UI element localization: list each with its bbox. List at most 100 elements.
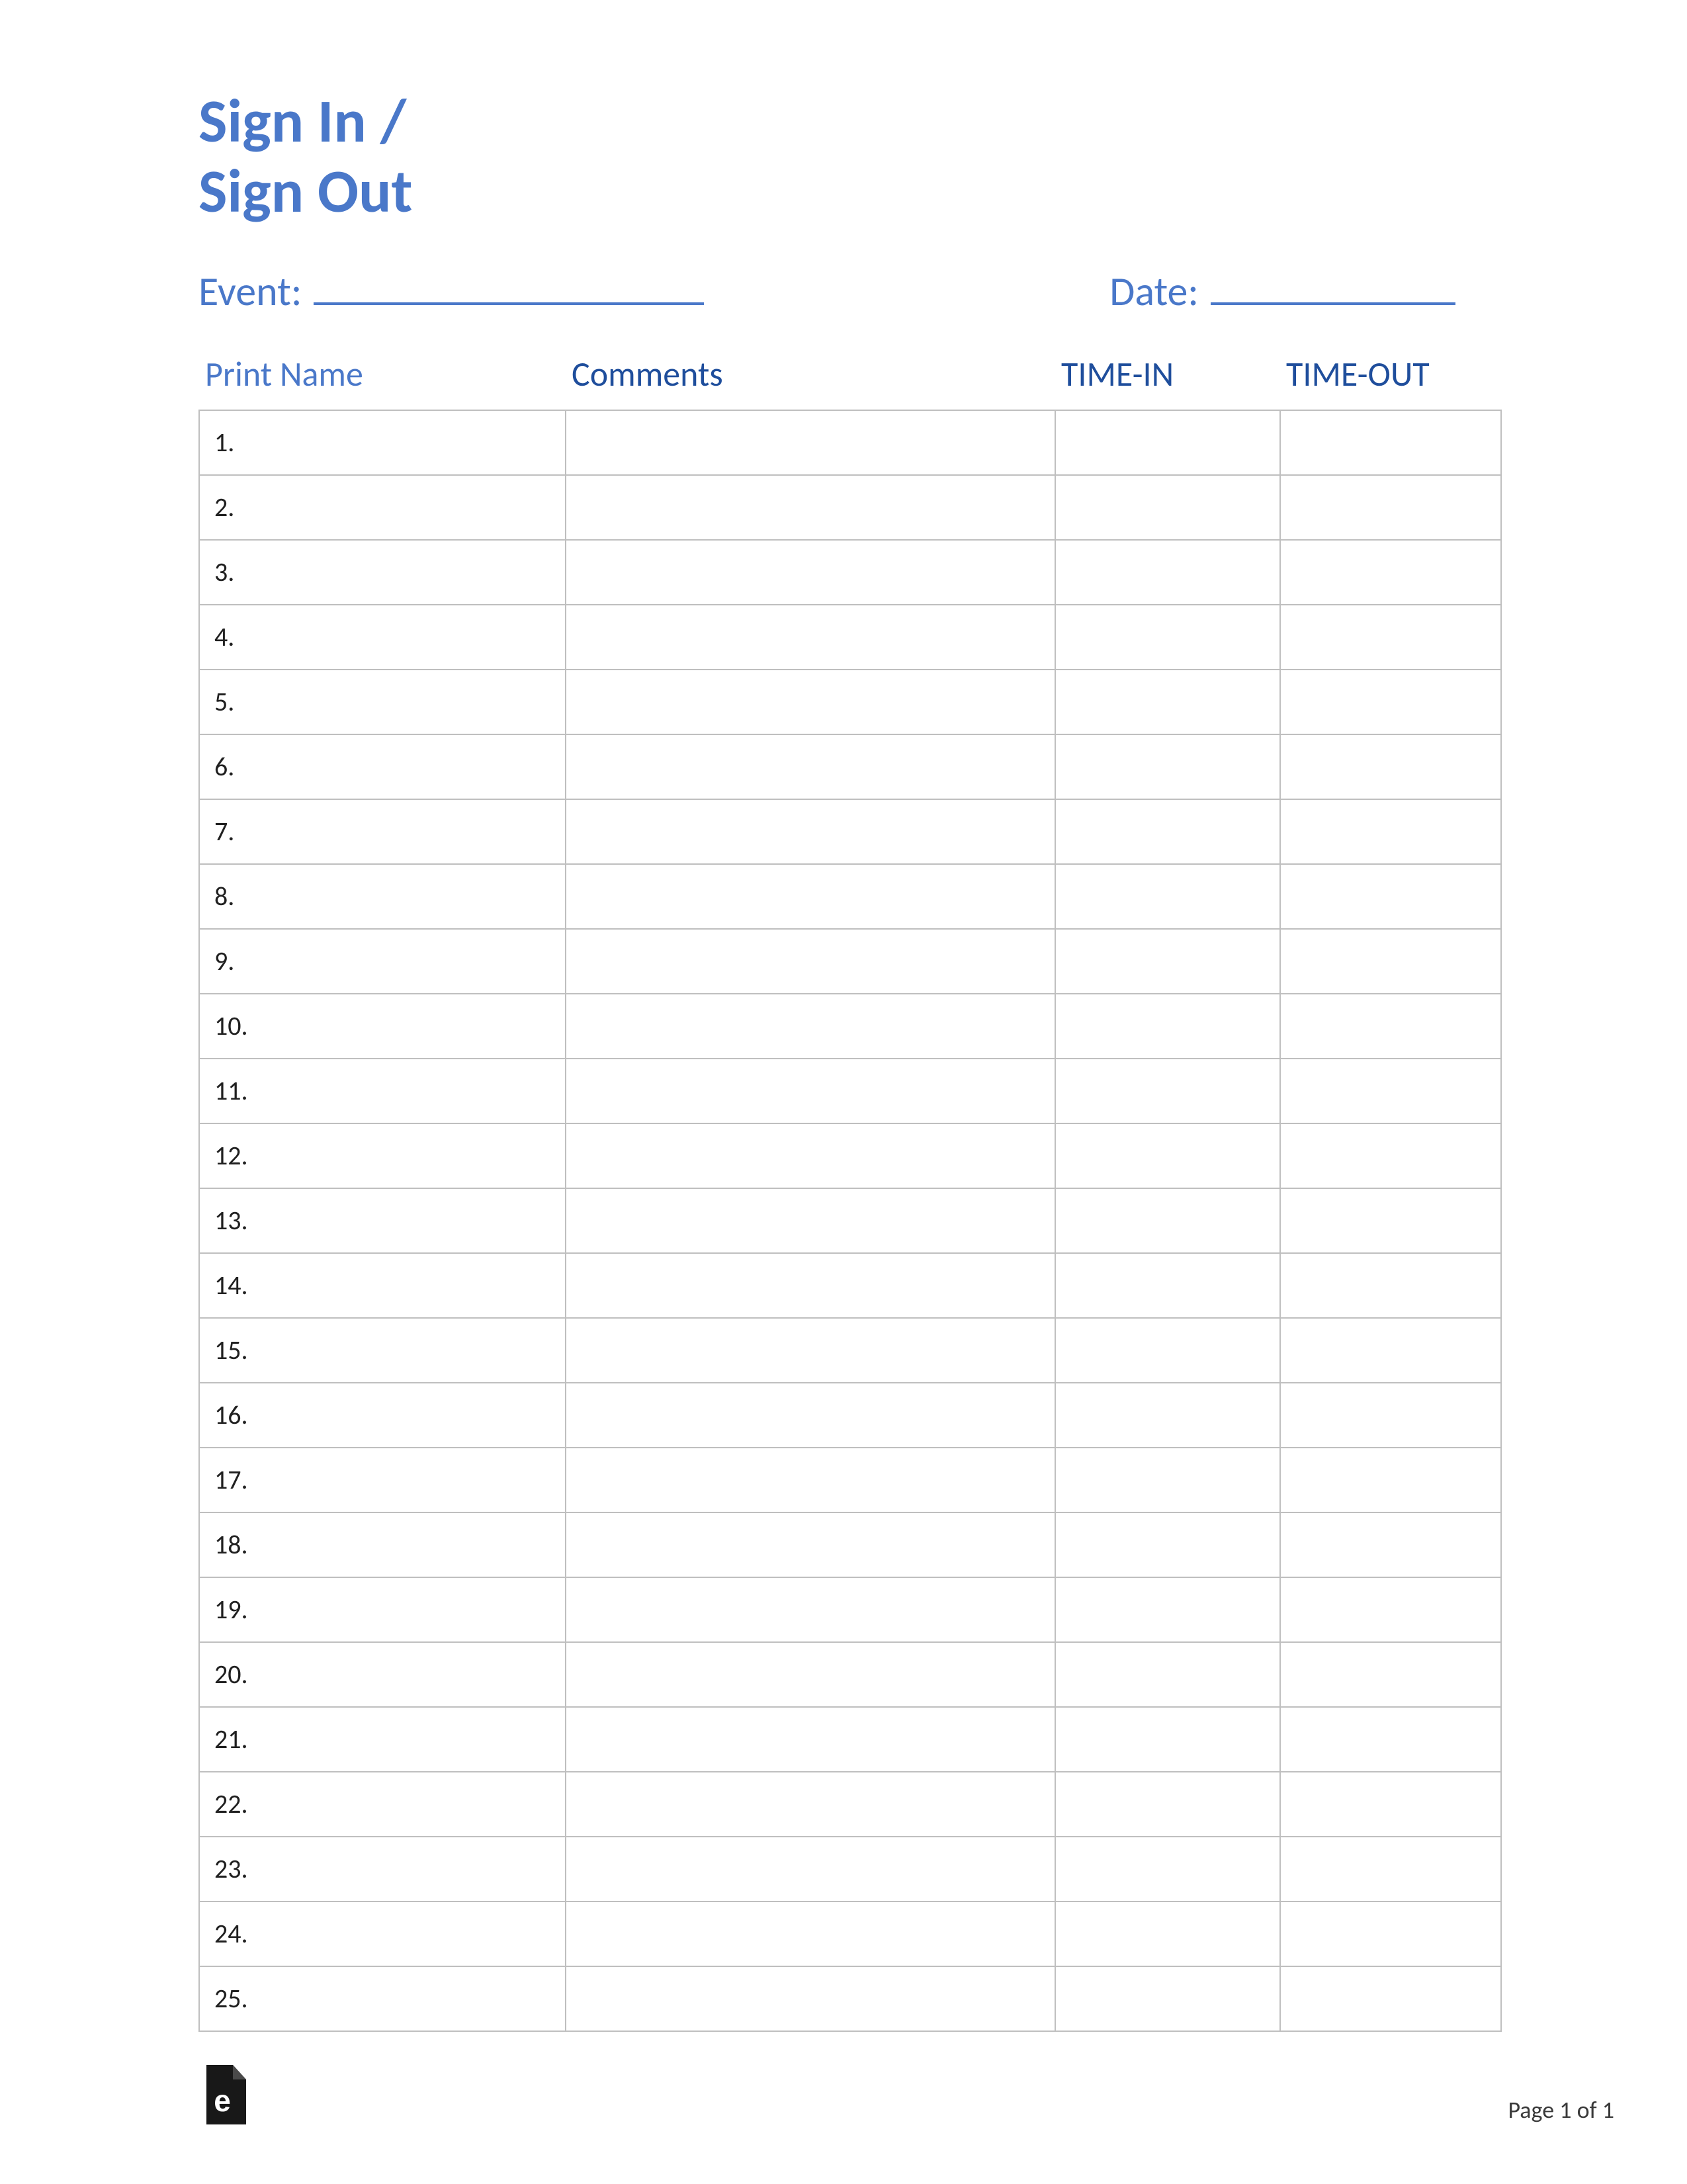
table-row: 11. bbox=[199, 1059, 1501, 1123]
row-number: 21. bbox=[199, 1707, 566, 1772]
time-out-cell[interactable] bbox=[1280, 1188, 1501, 1253]
table-row: 18. bbox=[199, 1512, 1501, 1577]
time-out-cell[interactable] bbox=[1280, 799, 1501, 864]
table-row: 25. bbox=[199, 1966, 1501, 2031]
table-row: 7. bbox=[199, 799, 1501, 864]
comments-cell[interactable] bbox=[566, 1123, 1055, 1188]
time-out-cell[interactable] bbox=[1280, 929, 1501, 994]
comments-cell[interactable] bbox=[566, 1512, 1055, 1577]
comments-cell[interactable] bbox=[566, 540, 1055, 605]
time-out-cell[interactable] bbox=[1280, 994, 1501, 1059]
meta-row: Event: Date: bbox=[198, 266, 1502, 316]
comments-cell[interactable] bbox=[566, 670, 1055, 734]
comments-cell[interactable] bbox=[566, 410, 1055, 475]
comments-cell[interactable] bbox=[566, 994, 1055, 1059]
time-out-cell[interactable] bbox=[1280, 1318, 1501, 1383]
time-in-cell[interactable] bbox=[1055, 1318, 1280, 1383]
time-out-cell[interactable] bbox=[1280, 1059, 1501, 1123]
comments-cell[interactable] bbox=[566, 475, 1055, 540]
time-in-cell[interactable] bbox=[1055, 475, 1280, 540]
time-out-cell[interactable] bbox=[1280, 734, 1501, 799]
time-in-cell[interactable] bbox=[1055, 864, 1280, 929]
table-row: 16. bbox=[199, 1383, 1501, 1448]
time-in-cell[interactable] bbox=[1055, 734, 1280, 799]
comments-cell[interactable] bbox=[566, 1577, 1055, 1642]
time-out-cell[interactable] bbox=[1280, 605, 1501, 670]
time-out-cell[interactable] bbox=[1280, 1966, 1501, 2031]
row-number: 5. bbox=[199, 670, 566, 734]
comments-cell[interactable] bbox=[566, 1383, 1055, 1448]
table-row: 4. bbox=[199, 605, 1501, 670]
time-out-cell[interactable] bbox=[1280, 1253, 1501, 1318]
row-number: 12. bbox=[199, 1123, 566, 1188]
eforms-logo-icon: e bbox=[198, 2065, 246, 2124]
time-out-cell[interactable] bbox=[1280, 1123, 1501, 1188]
date-field: Date: bbox=[1109, 266, 1455, 316]
time-out-cell[interactable] bbox=[1280, 864, 1501, 929]
comments-cell[interactable] bbox=[566, 1707, 1055, 1772]
page: Sign In / Sign Out Event: Date: Print Na… bbox=[0, 0, 1687, 2184]
time-in-cell[interactable] bbox=[1055, 1253, 1280, 1318]
title-line-2: Sign Out bbox=[198, 156, 1502, 226]
time-in-cell[interactable] bbox=[1055, 1837, 1280, 1901]
time-out-cell[interactable] bbox=[1280, 1837, 1501, 1901]
time-in-cell[interactable] bbox=[1055, 929, 1280, 994]
time-in-cell[interactable] bbox=[1055, 1642, 1280, 1707]
time-in-cell[interactable] bbox=[1055, 1512, 1280, 1577]
time-in-cell[interactable] bbox=[1055, 1577, 1280, 1642]
time-in-cell[interactable] bbox=[1055, 1966, 1280, 2031]
row-number: 20. bbox=[199, 1642, 566, 1707]
time-out-cell[interactable] bbox=[1280, 540, 1501, 605]
time-in-cell[interactable] bbox=[1055, 1059, 1280, 1123]
row-number: 25. bbox=[199, 1966, 566, 2031]
table-row: 9. bbox=[199, 929, 1501, 994]
time-in-cell[interactable] bbox=[1055, 540, 1280, 605]
header-time-out: TIME-OUT bbox=[1286, 353, 1502, 395]
time-out-cell[interactable] bbox=[1280, 1642, 1501, 1707]
comments-cell[interactable] bbox=[566, 1253, 1055, 1318]
time-out-cell[interactable] bbox=[1280, 1901, 1501, 1966]
time-in-cell[interactable] bbox=[1055, 1123, 1280, 1188]
time-in-cell[interactable] bbox=[1055, 1383, 1280, 1448]
time-out-cell[interactable] bbox=[1280, 410, 1501, 475]
row-number: 22. bbox=[199, 1772, 566, 1837]
time-in-cell[interactable] bbox=[1055, 1448, 1280, 1512]
time-in-cell[interactable] bbox=[1055, 670, 1280, 734]
comments-cell[interactable] bbox=[566, 1837, 1055, 1901]
comments-cell[interactable] bbox=[566, 1318, 1055, 1383]
comments-cell[interactable] bbox=[566, 1966, 1055, 2031]
time-out-cell[interactable] bbox=[1280, 1577, 1501, 1642]
comments-cell[interactable] bbox=[566, 929, 1055, 994]
time-in-cell[interactable] bbox=[1055, 410, 1280, 475]
time-out-cell[interactable] bbox=[1280, 475, 1501, 540]
comments-cell[interactable] bbox=[566, 1901, 1055, 1966]
time-out-cell[interactable] bbox=[1280, 1383, 1501, 1448]
comments-cell[interactable] bbox=[566, 799, 1055, 864]
time-out-cell[interactable] bbox=[1280, 670, 1501, 734]
time-in-cell[interactable] bbox=[1055, 799, 1280, 864]
time-in-cell[interactable] bbox=[1055, 1901, 1280, 1966]
comments-cell[interactable] bbox=[566, 1772, 1055, 1837]
table-row: 8. bbox=[199, 864, 1501, 929]
comments-cell[interactable] bbox=[566, 605, 1055, 670]
comments-cell[interactable] bbox=[566, 1188, 1055, 1253]
comments-cell[interactable] bbox=[566, 734, 1055, 799]
time-in-cell[interactable] bbox=[1055, 994, 1280, 1059]
table-row: 1. bbox=[199, 410, 1501, 475]
comments-cell[interactable] bbox=[566, 1642, 1055, 1707]
comments-cell[interactable] bbox=[566, 1448, 1055, 1512]
comments-cell[interactable] bbox=[566, 864, 1055, 929]
time-in-cell[interactable] bbox=[1055, 1772, 1280, 1837]
time-out-cell[interactable] bbox=[1280, 1448, 1501, 1512]
event-input-line[interactable] bbox=[314, 268, 704, 305]
time-in-cell[interactable] bbox=[1055, 1188, 1280, 1253]
time-out-cell[interactable] bbox=[1280, 1772, 1501, 1837]
time-in-cell[interactable] bbox=[1055, 605, 1280, 670]
date-input-line[interactable] bbox=[1211, 268, 1455, 305]
page-number: Page 1 of 1 bbox=[1508, 2095, 1614, 2124]
comments-cell[interactable] bbox=[566, 1059, 1055, 1123]
time-out-cell[interactable] bbox=[1280, 1512, 1501, 1577]
table-row: 21. bbox=[199, 1707, 1501, 1772]
time-in-cell[interactable] bbox=[1055, 1707, 1280, 1772]
time-out-cell[interactable] bbox=[1280, 1707, 1501, 1772]
